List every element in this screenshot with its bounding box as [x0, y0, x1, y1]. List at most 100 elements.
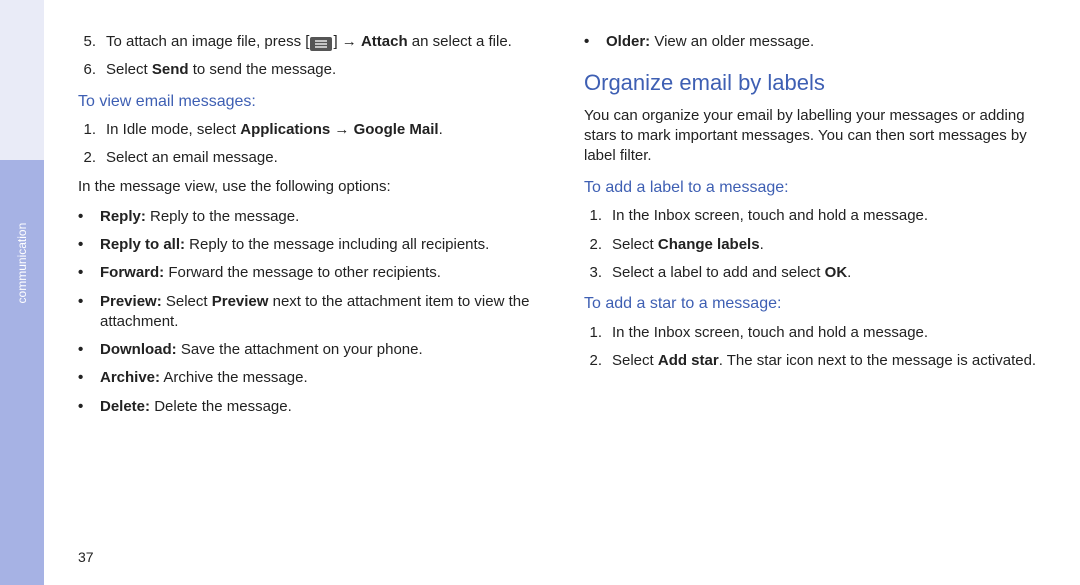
text-frag: Reply to the message.	[146, 208, 299, 225]
list-item: • Delete: Delete the message.	[78, 397, 544, 417]
bold-text: Forward:	[100, 264, 164, 281]
step-2: 2. Select an email message.	[78, 148, 544, 168]
text-frag: Delete the message.	[150, 398, 292, 415]
list-item: • Download: Save the attachment on your …	[78, 340, 544, 360]
bold-text: Reply to all:	[100, 236, 185, 253]
options-intro: In the message view, use the following o…	[78, 177, 544, 197]
text-frag: an select a file.	[408, 33, 512, 50]
bullet-icon: •	[78, 263, 90, 283]
bold-text: Add star	[658, 352, 719, 369]
list-text: Forward: Forward the message to other re…	[100, 263, 544, 283]
text-frag: Select	[612, 352, 658, 369]
text-frag: .	[847, 264, 851, 281]
step-text: Select Change labels.	[612, 235, 1050, 255]
text-frag: to send the message.	[189, 61, 337, 78]
text-frag: Select	[162, 293, 212, 310]
step-text: Select Add star. The star icon next to t…	[612, 351, 1050, 371]
text-frag: Reply to the message including all recip…	[185, 236, 489, 253]
bullet-icon: •	[78, 235, 90, 255]
heading-organize: Organize email by labels	[584, 68, 1050, 98]
list-item: • Forward: Forward the message to other …	[78, 263, 544, 283]
step-1: 1. In Idle mode, select Applications → G…	[78, 120, 544, 140]
bold-text: Send	[152, 61, 189, 78]
text-frag: Archive the message.	[160, 369, 308, 386]
list-text: Preview: Select Preview next to the atta…	[100, 292, 544, 333]
step-2: 2. Select Add star. The star icon next t…	[584, 351, 1050, 371]
step-number: 1.	[78, 120, 96, 140]
bullet-icon: •	[78, 292, 90, 333]
bullet-icon: •	[584, 32, 596, 52]
text-frag: ] →	[333, 33, 361, 50]
step-number: 2.	[584, 235, 602, 255]
step-5: 5. To attach an image file, press [ ] → A…	[78, 32, 544, 52]
bold-text: Change labels	[658, 236, 760, 253]
step-number: 5.	[78, 32, 96, 52]
bold-text: Reply:	[100, 208, 146, 225]
text-frag: Forward the message to other recipients.	[164, 264, 441, 281]
bold-text: Attach	[361, 33, 408, 50]
step-text: In Idle mode, select Applications → Goog…	[106, 120, 544, 140]
list-text: Reply to all: Reply to the message inclu…	[100, 235, 544, 255]
text-frag: . The star icon next to the message is a…	[719, 352, 1036, 369]
list-item: • Reply: Reply to the message.	[78, 207, 544, 227]
bullet-icon: •	[78, 397, 90, 417]
step-text: In the Inbox screen, touch and hold a me…	[612, 206, 1050, 226]
step-number: 6.	[78, 60, 96, 80]
text-frag: View an older message.	[650, 33, 814, 50]
bold-text: Delete:	[100, 398, 150, 415]
bold-text: Archive:	[100, 369, 160, 386]
side-tab: communication	[0, 0, 44, 585]
step-text: Select an email message.	[106, 148, 544, 168]
subheading-add-star: To add a star to a message:	[584, 293, 1050, 315]
left-column: 5. To attach an image file, press [ ] → A…	[78, 32, 544, 565]
bullet-icon: •	[78, 368, 90, 388]
step-text: Select a label to add and select OK.	[612, 263, 1050, 283]
page-number: 37	[78, 548, 94, 567]
list-text: Download: Save the attachment on your ph…	[100, 340, 544, 360]
text-frag: .	[439, 121, 443, 138]
step-text: To attach an image file, press [ ] → Atta…	[106, 32, 544, 52]
list-item: • Reply to all: Reply to the message inc…	[78, 235, 544, 255]
step-3: 3. Select a label to add and select OK.	[584, 263, 1050, 283]
continued-steps-list: 5. To attach an image file, press [ ] → A…	[78, 32, 544, 81]
list-text: Reply: Reply to the message.	[100, 207, 544, 227]
bold-text: Preview	[212, 293, 269, 310]
bold-text: Applications → Google Mail	[240, 121, 438, 138]
step-1: 1. In the Inbox screen, touch and hold a…	[584, 206, 1050, 226]
subheading-add-label: To add a label to a message:	[584, 177, 1050, 199]
step-text: Select Send to send the message.	[106, 60, 544, 80]
side-tab-pale	[0, 0, 44, 160]
list-item: • Older: View an older message.	[584, 32, 1050, 52]
text-frag: Save the attachment on your phone.	[177, 341, 423, 358]
step-6: 6. Select Send to send the message.	[78, 60, 544, 80]
page-body: 5. To attach an image file, press [ ] → A…	[78, 32, 1050, 565]
step-text: In the Inbox screen, touch and hold a me…	[612, 323, 1050, 343]
bullet-icon: •	[78, 340, 90, 360]
label-steps-list: 1. In the Inbox screen, touch and hold a…	[584, 206, 1050, 283]
star-steps-list: 1. In the Inbox screen, touch and hold a…	[584, 323, 1050, 372]
bold-text: Older:	[606, 33, 650, 50]
text-frag: To attach an image file, press [	[106, 33, 309, 50]
text-frag: .	[760, 236, 764, 253]
step-number: 1.	[584, 206, 602, 226]
step-number: 2.	[584, 351, 602, 371]
step-number: 1.	[584, 323, 602, 343]
bold-text: Download:	[100, 341, 177, 358]
step-number: 2.	[78, 148, 96, 168]
list-text: Older: View an older message.	[606, 32, 1050, 52]
options-list-cont: • Older: View an older message.	[584, 32, 1050, 52]
step-number: 3.	[584, 263, 602, 283]
bullet-icon: •	[78, 207, 90, 227]
subheading-view-messages: To view email messages:	[78, 91, 544, 113]
list-text: Archive: Archive the message.	[100, 368, 544, 388]
step-2: 2. Select Change labels.	[584, 235, 1050, 255]
bold-text: OK	[825, 264, 848, 281]
text-frag: Select	[612, 236, 658, 253]
list-item: • Preview: Select Preview next to the at…	[78, 292, 544, 333]
text-frag: In Idle mode, select	[106, 121, 240, 138]
bold-text: Preview:	[100, 293, 162, 310]
right-column: • Older: View an older message. Organize…	[584, 32, 1050, 565]
list-text: Delete: Delete the message.	[100, 397, 544, 417]
step-1: 1. In the Inbox screen, touch and hold a…	[584, 323, 1050, 343]
organize-intro: You can organize your email by labelling…	[584, 106, 1050, 167]
